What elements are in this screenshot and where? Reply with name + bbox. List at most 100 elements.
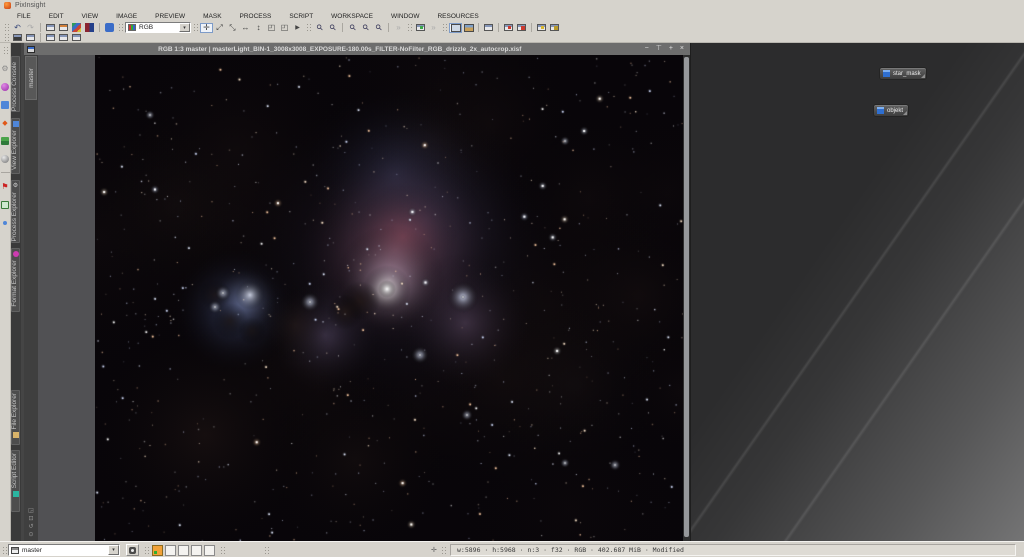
cascade-button[interactable] [44, 33, 57, 43]
toolbar-overflow[interactable]: » [392, 23, 405, 33]
workspace-button-4[interactable] [191, 545, 202, 556]
redo-button[interactable]: ↷ [24, 23, 37, 33]
menu-resources[interactable]: RESOURCES [428, 13, 487, 20]
toolbar-overflow[interactable]: » [427, 23, 440, 33]
favorite-green-process[interactable] [1, 136, 10, 145]
favorite-crop-process[interactable]: ◆ [1, 118, 10, 127]
readout-mode-button[interactable]: ✛ [200, 23, 213, 33]
undo-button[interactable]: ↶ [11, 23, 24, 33]
screen-lock-button[interactable] [414, 23, 427, 33]
zoom-out-button[interactable]: ⚲ [326, 23, 339, 33]
menu-mask[interactable]: MASK [194, 13, 230, 20]
icon-window-star-mask[interactable]: star_mask [879, 67, 927, 80]
menu-workspace[interactable]: WORKSPACE [322, 13, 382, 20]
toolbar-grip[interactable] [306, 23, 311, 32]
menu-image[interactable]: IMAGE [107, 13, 146, 20]
workspace-button-5[interactable] [204, 545, 215, 556]
zoom-1-1-button[interactable]: ⚲ [346, 23, 359, 33]
toolbar-grip[interactable] [118, 23, 123, 32]
channel-selector-dropdown[interactable]: ▾ [179, 23, 190, 32]
save-image-button[interactable] [57, 23, 70, 33]
new-window-button[interactable] [11, 33, 24, 43]
close-image-button[interactable] [44, 23, 57, 33]
statusbar-grip[interactable] [220, 546, 225, 555]
desktop-mode-button[interactable] [449, 23, 462, 33]
favorite-flag-script[interactable]: ⚑ [1, 182, 10, 191]
close-workspace-button[interactable] [515, 23, 528, 33]
menu-view[interactable]: VIEW [73, 13, 108, 20]
toolbar-grip[interactable] [407, 23, 412, 32]
menu-file[interactable]: FILE [8, 13, 40, 20]
toolbar-grip[interactable] [193, 23, 198, 32]
blue-process-button[interactable] [103, 23, 116, 33]
background-mode-button[interactable] [462, 23, 475, 33]
rotate-tool-icon[interactable]: ↺ [28, 524, 33, 531]
probe-tool-icon[interactable]: ⊙ [28, 532, 33, 539]
menu-window[interactable]: WINDOW [382, 13, 429, 20]
new-preview-button[interactable]: ◰ [265, 23, 278, 33]
fit-tool-icon[interactable]: ⊡ [28, 516, 33, 523]
zoom-in-button[interactable]: ⚲ [313, 23, 326, 33]
vertical-scrollbar[interactable] [683, 55, 690, 541]
icon-window-objekt[interactable]: objekt [873, 104, 909, 117]
astro-canvas[interactable] [95, 55, 683, 541]
fit-height-button[interactable]: ↕ [252, 23, 265, 33]
pointer-mode-button[interactable]: ▶ [291, 23, 304, 33]
fit-width-button[interactable]: ↔ [239, 23, 252, 33]
zoom-optimal-button[interactable]: ⚲ [372, 23, 385, 33]
tab-process-console[interactable]: Process Console [11, 56, 20, 112]
active-view-dropdown[interactable]: ▾ [108, 545, 119, 555]
statusbar-grip[interactable] [441, 546, 446, 555]
close-button[interactable]: × [680, 44, 684, 54]
arrange-icons-button[interactable] [70, 33, 83, 43]
hide-windows-button[interactable] [482, 23, 495, 33]
zoom-fit-view-button[interactable]: ⚲ [359, 23, 372, 33]
tab-script-editor[interactable]: Script Editor [11, 450, 20, 512]
statusbar-grip[interactable] [264, 546, 269, 555]
active-view-combo[interactable]: master ▾ [8, 544, 120, 556]
workspace-button-2[interactable] [165, 545, 176, 556]
histogram-button[interactable] [83, 23, 96, 33]
maximize-button[interactable]: + [669, 44, 673, 54]
save-all-button[interactable] [535, 23, 548, 33]
statusbar-grip[interactable] [144, 546, 149, 555]
tab-view-explorer[interactable]: View Explorer [11, 118, 20, 174]
save-workspace-button[interactable] [548, 23, 561, 33]
tab-format-explorer[interactable]: Format Explorer [11, 248, 20, 312]
favorite-blue-process[interactable] [1, 100, 10, 109]
menu-script[interactable]: SCRIPT [280, 13, 322, 20]
scrollbar-thumb[interactable] [684, 57, 689, 537]
menu-edit[interactable]: EDIT [40, 13, 73, 20]
shade-button[interactable]: ⊤ [656, 44, 662, 54]
edit-preview-button[interactable]: ◰ [278, 23, 291, 33]
view-properties-button[interactable] [126, 544, 139, 556]
zoom-to-fit-button[interactable]: ⤢ [213, 23, 226, 33]
favorite-ring-process[interactable] [1, 218, 10, 227]
tile-button[interactable] [57, 33, 70, 43]
statusbar-grip[interactable] [2, 546, 7, 555]
tab-process-explorer[interactable]: ⚙ Process Explorer [11, 180, 20, 243]
workspace-button-3[interactable] [178, 545, 189, 556]
resize-grip-icon[interactable] [903, 111, 907, 115]
toolbar-grip[interactable] [4, 33, 9, 42]
fit-window-button[interactable]: ⤡ [226, 23, 239, 33]
image-window-titlebar[interactable]: RGB 1:3 master | masterLight_BIN-1_3008x… [24, 43, 690, 55]
favorite-sphere-process[interactable] [1, 154, 10, 163]
screen-transfer-button[interactable] [70, 23, 83, 33]
toolbar-grip[interactable] [442, 23, 447, 32]
channel-selector-combo[interactable]: RGB ▾ [125, 22, 191, 33]
favorite-script-doc[interactable] [1, 200, 10, 209]
close-all-button[interactable] [502, 23, 515, 33]
menu-preview[interactable]: PREVIEW [146, 13, 194, 20]
view-tab-master[interactable]: master [25, 56, 37, 100]
workspace-button-1[interactable] [152, 545, 163, 556]
toolbar-grip[interactable] [4, 23, 9, 32]
tab-file-explorer[interactable]: File Explorer [11, 390, 20, 445]
menu-process[interactable]: PROCESS [231, 13, 281, 20]
resize-grip-icon[interactable] [921, 74, 925, 78]
favorite-gear-process[interactable]: ⚙ [1, 64, 10, 73]
favorite-purple-process[interactable] [1, 82, 10, 91]
minimize-button[interactable]: − [645, 44, 649, 54]
favorites-grip[interactable] [3, 46, 8, 55]
corner-tool-icon[interactable]: ◲ [28, 508, 34, 515]
